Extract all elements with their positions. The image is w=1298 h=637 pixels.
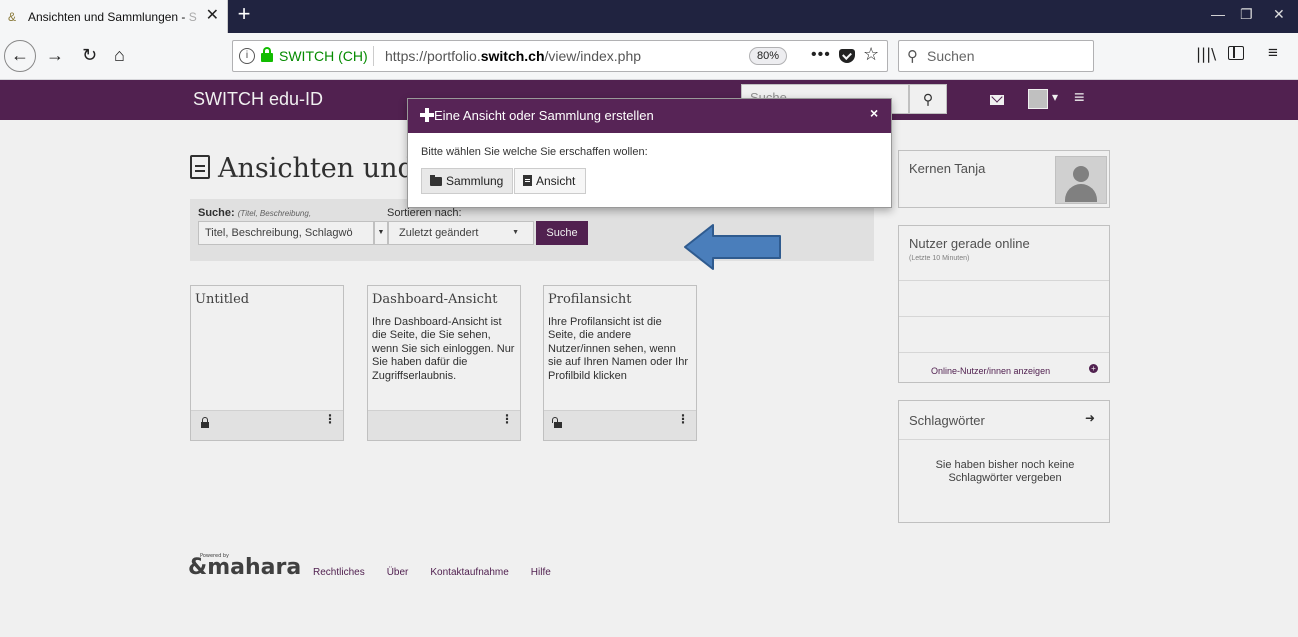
browser-tab-bar: & Ansichten und Sammlungen - S ✕ + — ❐ ✕ [0, 0, 1298, 33]
mahara-favicon-icon: & [8, 9, 17, 24]
browser-tab[interactable]: & Ansichten und Sammlungen - S ✕ [0, 0, 228, 33]
modal-title: Eine Ansicht oder Sammlung erstellen [434, 108, 654, 123]
create-view-button[interactable]: Ansicht [514, 168, 586, 194]
search-placeholder: Suchen [927, 48, 975, 64]
page-actions-icon[interactable]: ••• [811, 46, 831, 64]
url-separator [373, 46, 374, 66]
minimize-icon[interactable]: — [1211, 6, 1225, 22]
plus-icon [420, 108, 434, 122]
window-close-icon[interactable]: ✕ [1273, 6, 1285, 22]
create-collection-button[interactable]: Sammlung [421, 168, 513, 194]
modal-close-button[interactable]: × [870, 105, 878, 121]
sidebar-toggle-icon[interactable] [1228, 46, 1244, 60]
modal-header: Eine Ansicht oder Sammlung erstellen × [408, 99, 891, 133]
site-identity[interactable]: SWITCH (CH) [279, 48, 368, 64]
tab-close-icon[interactable]: ✕ [206, 8, 219, 24]
modal-prompt: Bitte wählen Sie welche Sie erschaffen w… [421, 146, 648, 158]
new-tab-button[interactable]: + [234, 3, 254, 27]
folder-open-icon [430, 175, 442, 186]
back-button[interactable]: ← [4, 40, 36, 72]
browser-navbar: ← → ↻ ⌂ i SWITCH (CH) https://portfolio.… [0, 33, 1298, 80]
pocket-icon[interactable] [839, 49, 855, 63]
search-icon: ⚲ [907, 48, 918, 65]
library-icon[interactable]: |||\ [1196, 45, 1216, 63]
create-view-modal: Eine Ansicht oder Sammlung erstellen × B… [407, 98, 892, 208]
site-info-icon[interactable]: i [239, 48, 255, 64]
home-button[interactable]: ⌂ [114, 45, 125, 65]
tab-title: Ansichten und Sammlungen - S [28, 9, 197, 24]
address-bar[interactable]: i SWITCH (CH) https://portfolio.switch.c… [232, 40, 888, 72]
forward-button[interactable]: → [46, 45, 64, 65]
browser-search-field[interactable]: ⚲ Suchen [898, 40, 1094, 72]
browser-menu-icon[interactable]: ≡ [1268, 43, 1278, 63]
reload-button[interactable]: ↻ [82, 45, 97, 65]
file-icon [523, 175, 532, 186]
web-page: SWITCH edu-ID Suche ⚲ ▾ ≡ Ansichten und … [0, 80, 1298, 637]
restore-icon[interactable]: ❐ [1240, 6, 1253, 22]
url-text[interactable]: https://portfolio.switch.ch/view/index.p… [385, 48, 641, 64]
annotation-arrow-icon [684, 224, 781, 270]
zoom-level-badge[interactable]: 80% [749, 47, 787, 65]
lock-icon[interactable] [261, 47, 273, 62]
bookmark-star-icon[interactable]: ☆ [863, 44, 879, 65]
